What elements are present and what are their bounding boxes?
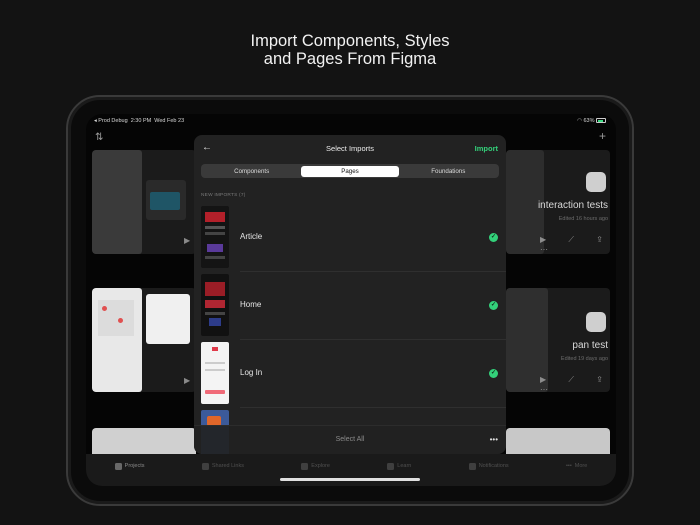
project-thumbnail bbox=[92, 288, 142, 392]
learn-icon bbox=[387, 462, 395, 470]
ipad-screen: ◂ Prod Debug 2:30 PM Wed Feb 23 ◠ 63% ⇅ … bbox=[86, 114, 616, 486]
project-color-swatch bbox=[586, 172, 606, 192]
item-label: Article bbox=[240, 232, 263, 241]
tab-learn[interactable]: Learn bbox=[387, 462, 411, 470]
explore-icon bbox=[301, 462, 309, 470]
play-icon[interactable]: ▶ bbox=[184, 236, 190, 245]
import-item-home[interactable]: Home ✓ bbox=[194, 272, 506, 339]
project-card[interactable]: ▶ bbox=[92, 288, 196, 392]
project-thumbnail bbox=[146, 180, 186, 220]
wifi-icon: ◠ bbox=[577, 118, 582, 124]
carrier-label: ◂ Prod Debug bbox=[94, 118, 128, 124]
checkmark-icon[interactable]: ✓ bbox=[489, 233, 498, 242]
tab-explore[interactable]: Explore bbox=[301, 462, 330, 470]
project-title: pan test bbox=[572, 340, 608, 351]
modal-footer: Select All ••• bbox=[194, 425, 506, 454]
headline-line-2: and Pages From Figma bbox=[263, 50, 437, 68]
project-thumbnail bbox=[146, 294, 190, 344]
tab-projects[interactable]: Projects bbox=[114, 462, 145, 470]
segment-pages[interactable]: Pages bbox=[300, 165, 400, 177]
project-actions[interactable]: ▶ ⟋ ⇪ ⋯ bbox=[540, 375, 616, 394]
modal-header: ← Select Imports Import bbox=[194, 135, 506, 161]
item-label: Home bbox=[240, 300, 262, 309]
page-thumbnail bbox=[201, 206, 229, 268]
tab-bar: Projects Shared Links Explore Learn Noti… bbox=[86, 454, 616, 486]
project-subtitle: Edited 16 hours ago bbox=[558, 216, 608, 222]
select-imports-modal: ← Select Imports Import Components Pages… bbox=[194, 135, 506, 454]
project-thumbnail bbox=[92, 150, 142, 254]
segment-components[interactable]: Components bbox=[203, 166, 301, 177]
link-icon bbox=[201, 462, 209, 470]
ellipsis-icon[interactable]: ••• bbox=[490, 435, 498, 444]
import-type-segmented-control: Components Pages Foundations bbox=[201, 164, 499, 178]
status-date: Wed Feb 23 bbox=[154, 118, 185, 124]
sort-icon[interactable]: ⇅ bbox=[95, 132, 103, 143]
section-header: NEW IMPORTS (7) bbox=[201, 193, 246, 198]
project-actions[interactable]: ▶ ⟋ ⇪ ⋯ bbox=[540, 235, 616, 254]
tab-more[interactable]: ••• More bbox=[566, 463, 587, 469]
import-button[interactable]: Import bbox=[475, 144, 498, 153]
ellipsis-icon: ••• bbox=[565, 463, 572, 469]
headline-line-1: Import Components, Styles bbox=[250, 32, 450, 50]
status-bar: ◂ Prod Debug 2:30 PM Wed Feb 23 ◠ 63% bbox=[86, 114, 616, 128]
battery-icon bbox=[596, 118, 606, 124]
tab-shared-links[interactable]: Shared Links bbox=[201, 462, 244, 470]
checkmark-icon[interactable]: ✓ bbox=[489, 301, 498, 310]
projects-icon bbox=[114, 462, 122, 470]
project-card[interactable]: ▶ bbox=[92, 150, 196, 254]
import-item-log-in[interactable]: Log In ✓ bbox=[194, 340, 506, 407]
add-icon[interactable]: + bbox=[599, 129, 606, 143]
project-subtitle: Edited 19 days ago bbox=[560, 356, 608, 362]
status-time: 2:30 PM bbox=[130, 118, 152, 124]
page-thumbnail bbox=[201, 274, 229, 336]
page-thumbnail bbox=[201, 342, 229, 404]
project-title: interaction tests bbox=[537, 200, 608, 211]
tab-notifications[interactable]: Notifications bbox=[468, 462, 509, 470]
import-item-article[interactable]: Article ✓ bbox=[194, 204, 506, 271]
battery-percent: 63% bbox=[583, 118, 595, 124]
modal-title: Select Imports bbox=[326, 144, 374, 153]
select-all-button[interactable]: Select All bbox=[194, 436, 506, 443]
checkmark-icon[interactable]: ✓ bbox=[489, 369, 498, 378]
project-color-swatch bbox=[586, 312, 606, 332]
bell-icon bbox=[468, 462, 476, 470]
play-icon[interactable]: ▶ bbox=[184, 376, 190, 385]
home-indicator bbox=[280, 478, 420, 481]
segment-foundations[interactable]: Foundations bbox=[399, 166, 497, 177]
item-label: Log In bbox=[240, 368, 263, 377]
